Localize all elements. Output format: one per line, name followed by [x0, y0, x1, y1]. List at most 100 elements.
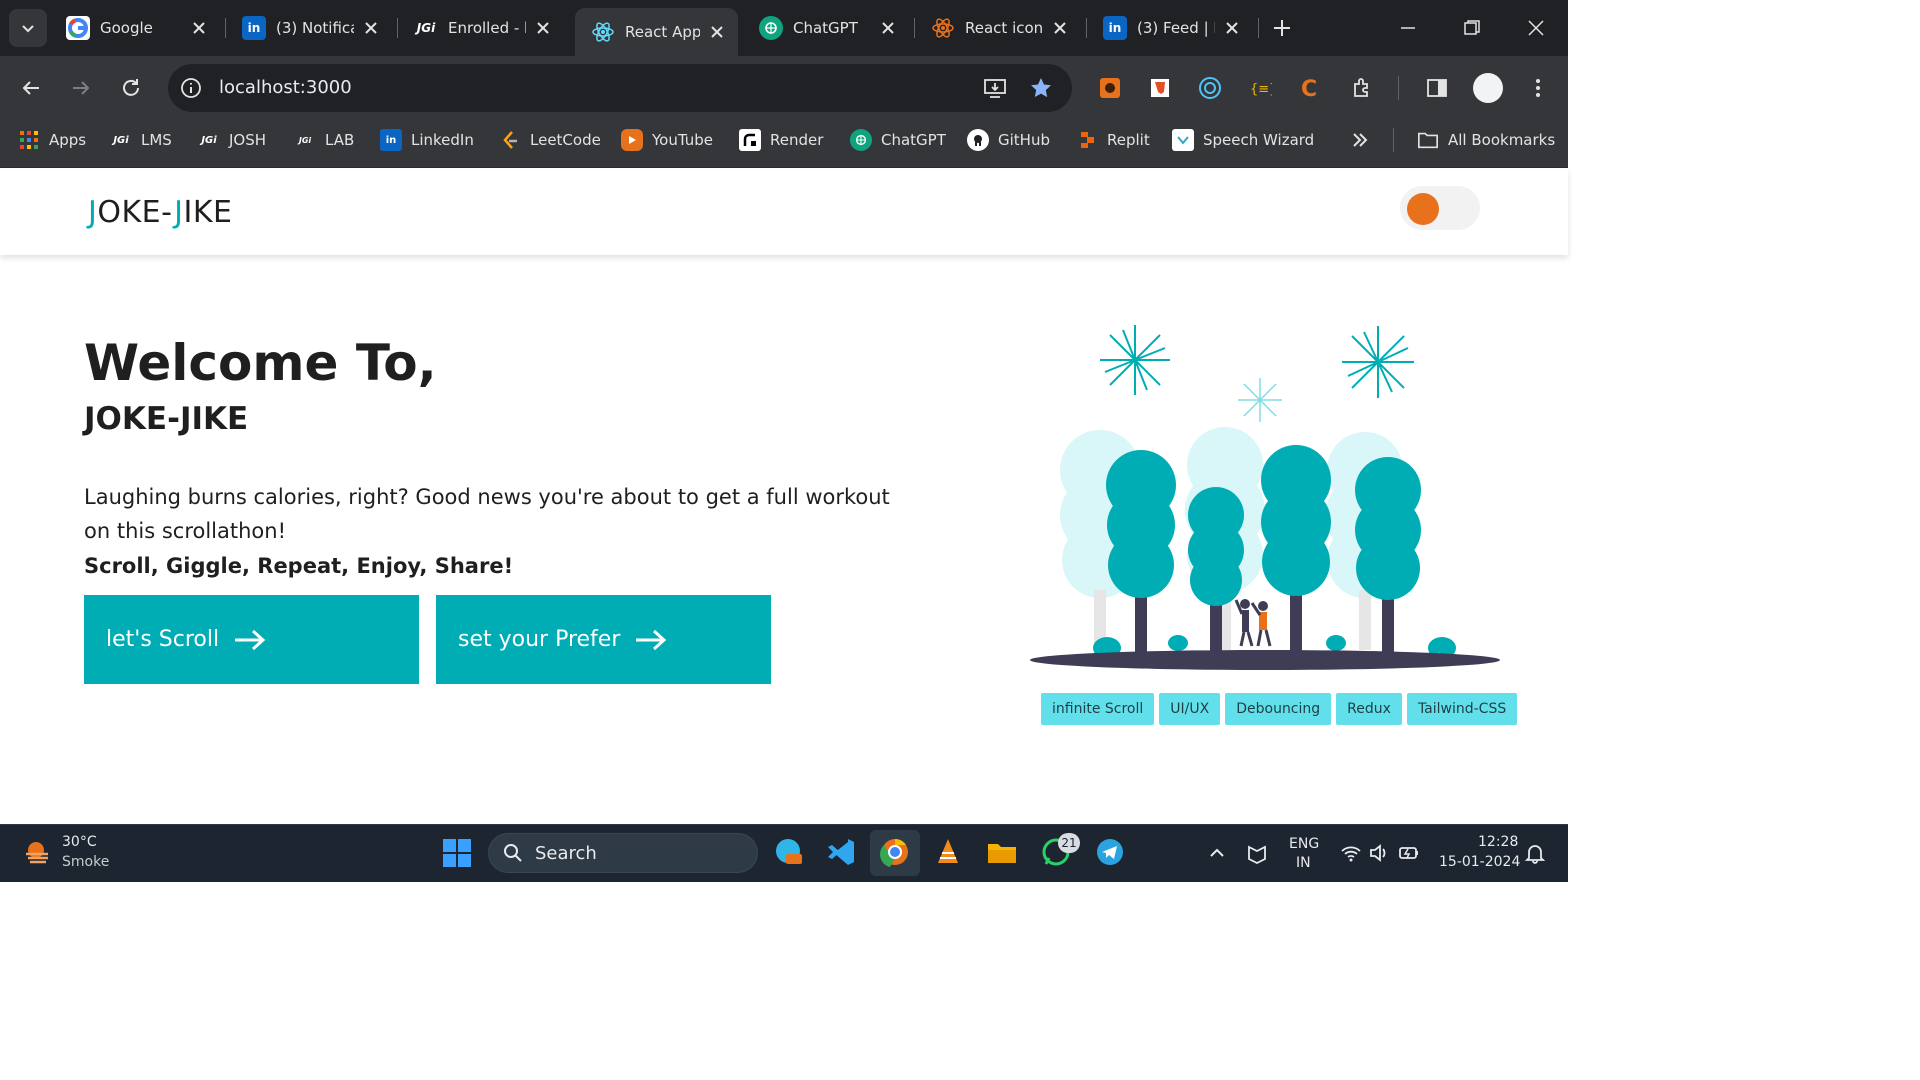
edge-dev-icon[interactable] [772, 836, 804, 868]
side-panel-icon[interactable] [1425, 76, 1449, 100]
button-label: set your Prefer [458, 627, 621, 652]
search-placeholder: Search [535, 843, 597, 864]
profile-avatar[interactable] [1473, 73, 1503, 103]
bookmark-star-icon[interactable] [1028, 75, 1054, 101]
new-tab-icon[interactable] [1270, 16, 1294, 40]
site-logo[interactable]: JOKE-JIKE [88, 195, 232, 230]
extension-braces-icon[interactable]: {≡} [1248, 76, 1272, 100]
info-icon[interactable] [180, 77, 202, 99]
extension-bug-icon[interactable] [1098, 76, 1122, 100]
theme-toggle-knob [1407, 193, 1439, 225]
clock-date[interactable]: 15-01-2024 [1439, 854, 1520, 870]
chevron-double-right-icon[interactable] [1350, 130, 1370, 150]
tray-app-icon[interactable] [1246, 842, 1268, 864]
minimize-icon[interactable] [1396, 16, 1420, 40]
bookmark-label: LinkedIn [411, 131, 474, 149]
more-menu-icon[interactable] [1526, 76, 1550, 100]
taskbar-search[interactable]: Search [488, 833, 758, 873]
windows-start-icon[interactable] [442, 838, 472, 868]
restore-icon[interactable] [1460, 16, 1484, 40]
reload-icon[interactable] [119, 76, 143, 100]
address-bar[interactable]: localhost:3000 [168, 64, 1072, 112]
vlc-icon[interactable] [932, 836, 964, 868]
firework-left [1100, 325, 1170, 395]
lets-scroll-button[interactable]: let's Scroll [84, 595, 419, 684]
tab-enrolled[interactable]: JGi Enrolled - l [398, 8, 564, 48]
telegram-icon[interactable] [1094, 836, 1126, 868]
bookmark-lab[interactable]: JGi LAB [294, 128, 354, 152]
extensions-puzzle-icon[interactable] [1350, 76, 1374, 100]
tab-separator [1258, 18, 1259, 38]
close-icon[interactable] [362, 19, 380, 37]
bookmark-github[interactable]: GitHub [967, 128, 1050, 152]
close-window-icon[interactable] [1524, 16, 1548, 40]
tab-search-button[interactable] [9, 9, 47, 47]
bookmark-linkedin[interactable]: in LinkedIn [380, 128, 474, 152]
bookmark-youtube[interactable]: YouTube [621, 128, 713, 152]
battery-charging-icon[interactable] [1398, 842, 1420, 864]
extension-c-icon[interactable]: C [1298, 76, 1322, 100]
notification-bell-icon[interactable] [1524, 842, 1546, 864]
tagline: Scroll, Giggle, Repeat, Enjoy, Share! [84, 554, 514, 578]
extension-html-icon[interactable] [1148, 76, 1172, 100]
tab-react-icon[interactable]: React icon [915, 8, 1081, 48]
people-high-five [1234, 599, 1272, 647]
bookmark-label: Speech Wizard [1203, 131, 1315, 149]
chevron-up-icon[interactable] [1206, 842, 1228, 864]
linkedin-icon: in [242, 16, 266, 40]
extension-target-icon[interactable] [1198, 76, 1222, 100]
bookmark-apps[interactable]: Apps [18, 128, 86, 152]
bookmark-chatgpt[interactable]: ChatGPT [850, 128, 946, 152]
tab-react-app[interactable]: React App [575, 8, 738, 56]
bookmarks-separator [1393, 128, 1394, 152]
chrome-icon[interactable] [879, 836, 911, 868]
volume-icon[interactable] [1368, 842, 1390, 864]
linkedin-icon: in [1103, 16, 1127, 40]
language-indicator[interactable]: ENG [1289, 836, 1319, 852]
tab-linkedin-notifications[interactable]: in (3) Notifica [226, 8, 392, 48]
close-icon[interactable] [190, 19, 208, 37]
back-icon[interactable] [19, 76, 43, 100]
bookmark-all-bookmarks[interactable]: All Bookmarks [1417, 128, 1555, 152]
clock-time[interactable]: 12:28 [1478, 834, 1518, 850]
github-icon [967, 129, 989, 151]
tab-chatgpt[interactable]: ChatGPT [743, 8, 909, 48]
bookmark-leetcode[interactable]: LeetCode [499, 128, 601, 152]
bookmark-label: GitHub [998, 131, 1050, 149]
close-icon[interactable] [1051, 19, 1069, 37]
tab-google[interactable]: Google [50, 8, 220, 48]
ground [1030, 650, 1500, 670]
linkedin-icon: in [380, 129, 402, 151]
close-icon[interactable] [534, 19, 552, 37]
close-icon[interactable] [1223, 19, 1241, 37]
theme-toggle[interactable] [1400, 186, 1480, 230]
vscode-icon[interactable] [825, 836, 857, 868]
region-indicator[interactable]: IN [1296, 855, 1311, 871]
bookmark-label: JOSH [229, 131, 267, 149]
tech-tag: infinite Scroll [1041, 693, 1155, 725]
url-text[interactable]: localhost:3000 [219, 77, 352, 98]
forward-icon[interactable] [69, 76, 93, 100]
weather-description[interactable]: Smoke [62, 854, 109, 870]
set-preference-button[interactable]: set your Prefer [436, 595, 771, 684]
weather-temperature[interactable]: 30°C [62, 834, 97, 850]
tab-linkedin-feed[interactable]: in (3) Feed | L [1087, 8, 1253, 48]
chevron-down-icon [22, 25, 34, 33]
leetcode-icon [499, 129, 521, 151]
file-explorer-icon[interactable] [986, 836, 1018, 868]
install-app-icon[interactable] [982, 75, 1008, 101]
bookmark-speech-wizard[interactable]: Speech Wizard [1172, 128, 1314, 152]
tech-tag: Tailwind-CSS [1406, 693, 1518, 725]
close-icon[interactable] [879, 19, 897, 37]
bookmark-label: Replit [1107, 131, 1150, 149]
jgi-icon: JGi [113, 134, 129, 146]
bookmark-replit[interactable]: Replit [1076, 128, 1150, 152]
logo-accent-letter: J [88, 195, 98, 230]
close-icon[interactable] [708, 23, 726, 41]
bookmark-render[interactable]: Render [739, 128, 823, 152]
wifi-icon[interactable] [1340, 842, 1362, 864]
toolbar-separator [1398, 76, 1399, 100]
weather-smoke-icon[interactable] [22, 836, 54, 868]
bookmark-josh[interactable]: JGi JOSH [198, 128, 266, 152]
bookmark-lms[interactable]: JGi LMS [110, 128, 172, 152]
